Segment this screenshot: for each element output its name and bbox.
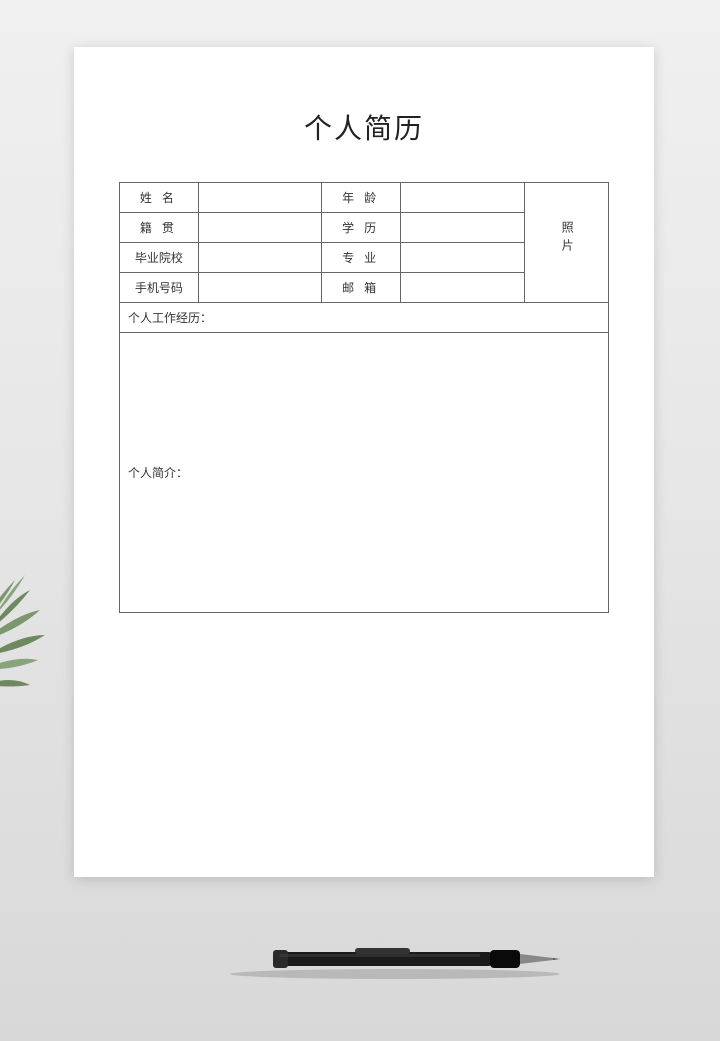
leaf-decoration-icon [0, 540, 70, 720]
document-page: 个人简历 姓名 年龄 照片 籍贯 学历 毕业院校 专业 手机号码 邮箱 [74, 47, 654, 877]
major-value[interactable] [401, 243, 525, 273]
major-label: 专业 [322, 243, 401, 273]
phone-label: 手机号码 [120, 273, 199, 303]
table-row: 个人工作经历： [120, 303, 609, 333]
email-label: 邮箱 [322, 273, 401, 303]
photo-placeholder[interactable]: 照片 [524, 183, 608, 303]
age-label: 年龄 [322, 183, 401, 213]
education-value[interactable] [401, 213, 525, 243]
table-row: 姓名 年龄 照片 [120, 183, 609, 213]
name-value[interactable] [198, 183, 322, 213]
school-value[interactable] [198, 243, 322, 273]
origin-value[interactable] [198, 213, 322, 243]
pen-decoration-icon [225, 940, 565, 980]
origin-label: 籍贯 [120, 213, 199, 243]
resume-table: 姓名 年龄 照片 籍贯 学历 毕业院校 专业 手机号码 邮箱 [119, 182, 609, 613]
work-experience-label: 个人工作经历： [128, 311, 212, 325]
name-label: 姓名 [120, 183, 199, 213]
photo-label: 照片 [556, 221, 578, 257]
work-experience-section[interactable]: 个人工作经历： [120, 303, 609, 333]
profile-label: 个人简介： [128, 466, 188, 480]
table-row: 个人简介： [120, 333, 609, 613]
phone-value[interactable] [198, 273, 322, 303]
page-title: 个人简历 [119, 107, 609, 147]
school-label: 毕业院校 [120, 243, 199, 273]
profile-section[interactable]: 个人简介： [120, 333, 609, 613]
education-label: 学历 [322, 213, 401, 243]
email-value[interactable] [401, 273, 525, 303]
age-value[interactable] [401, 183, 525, 213]
